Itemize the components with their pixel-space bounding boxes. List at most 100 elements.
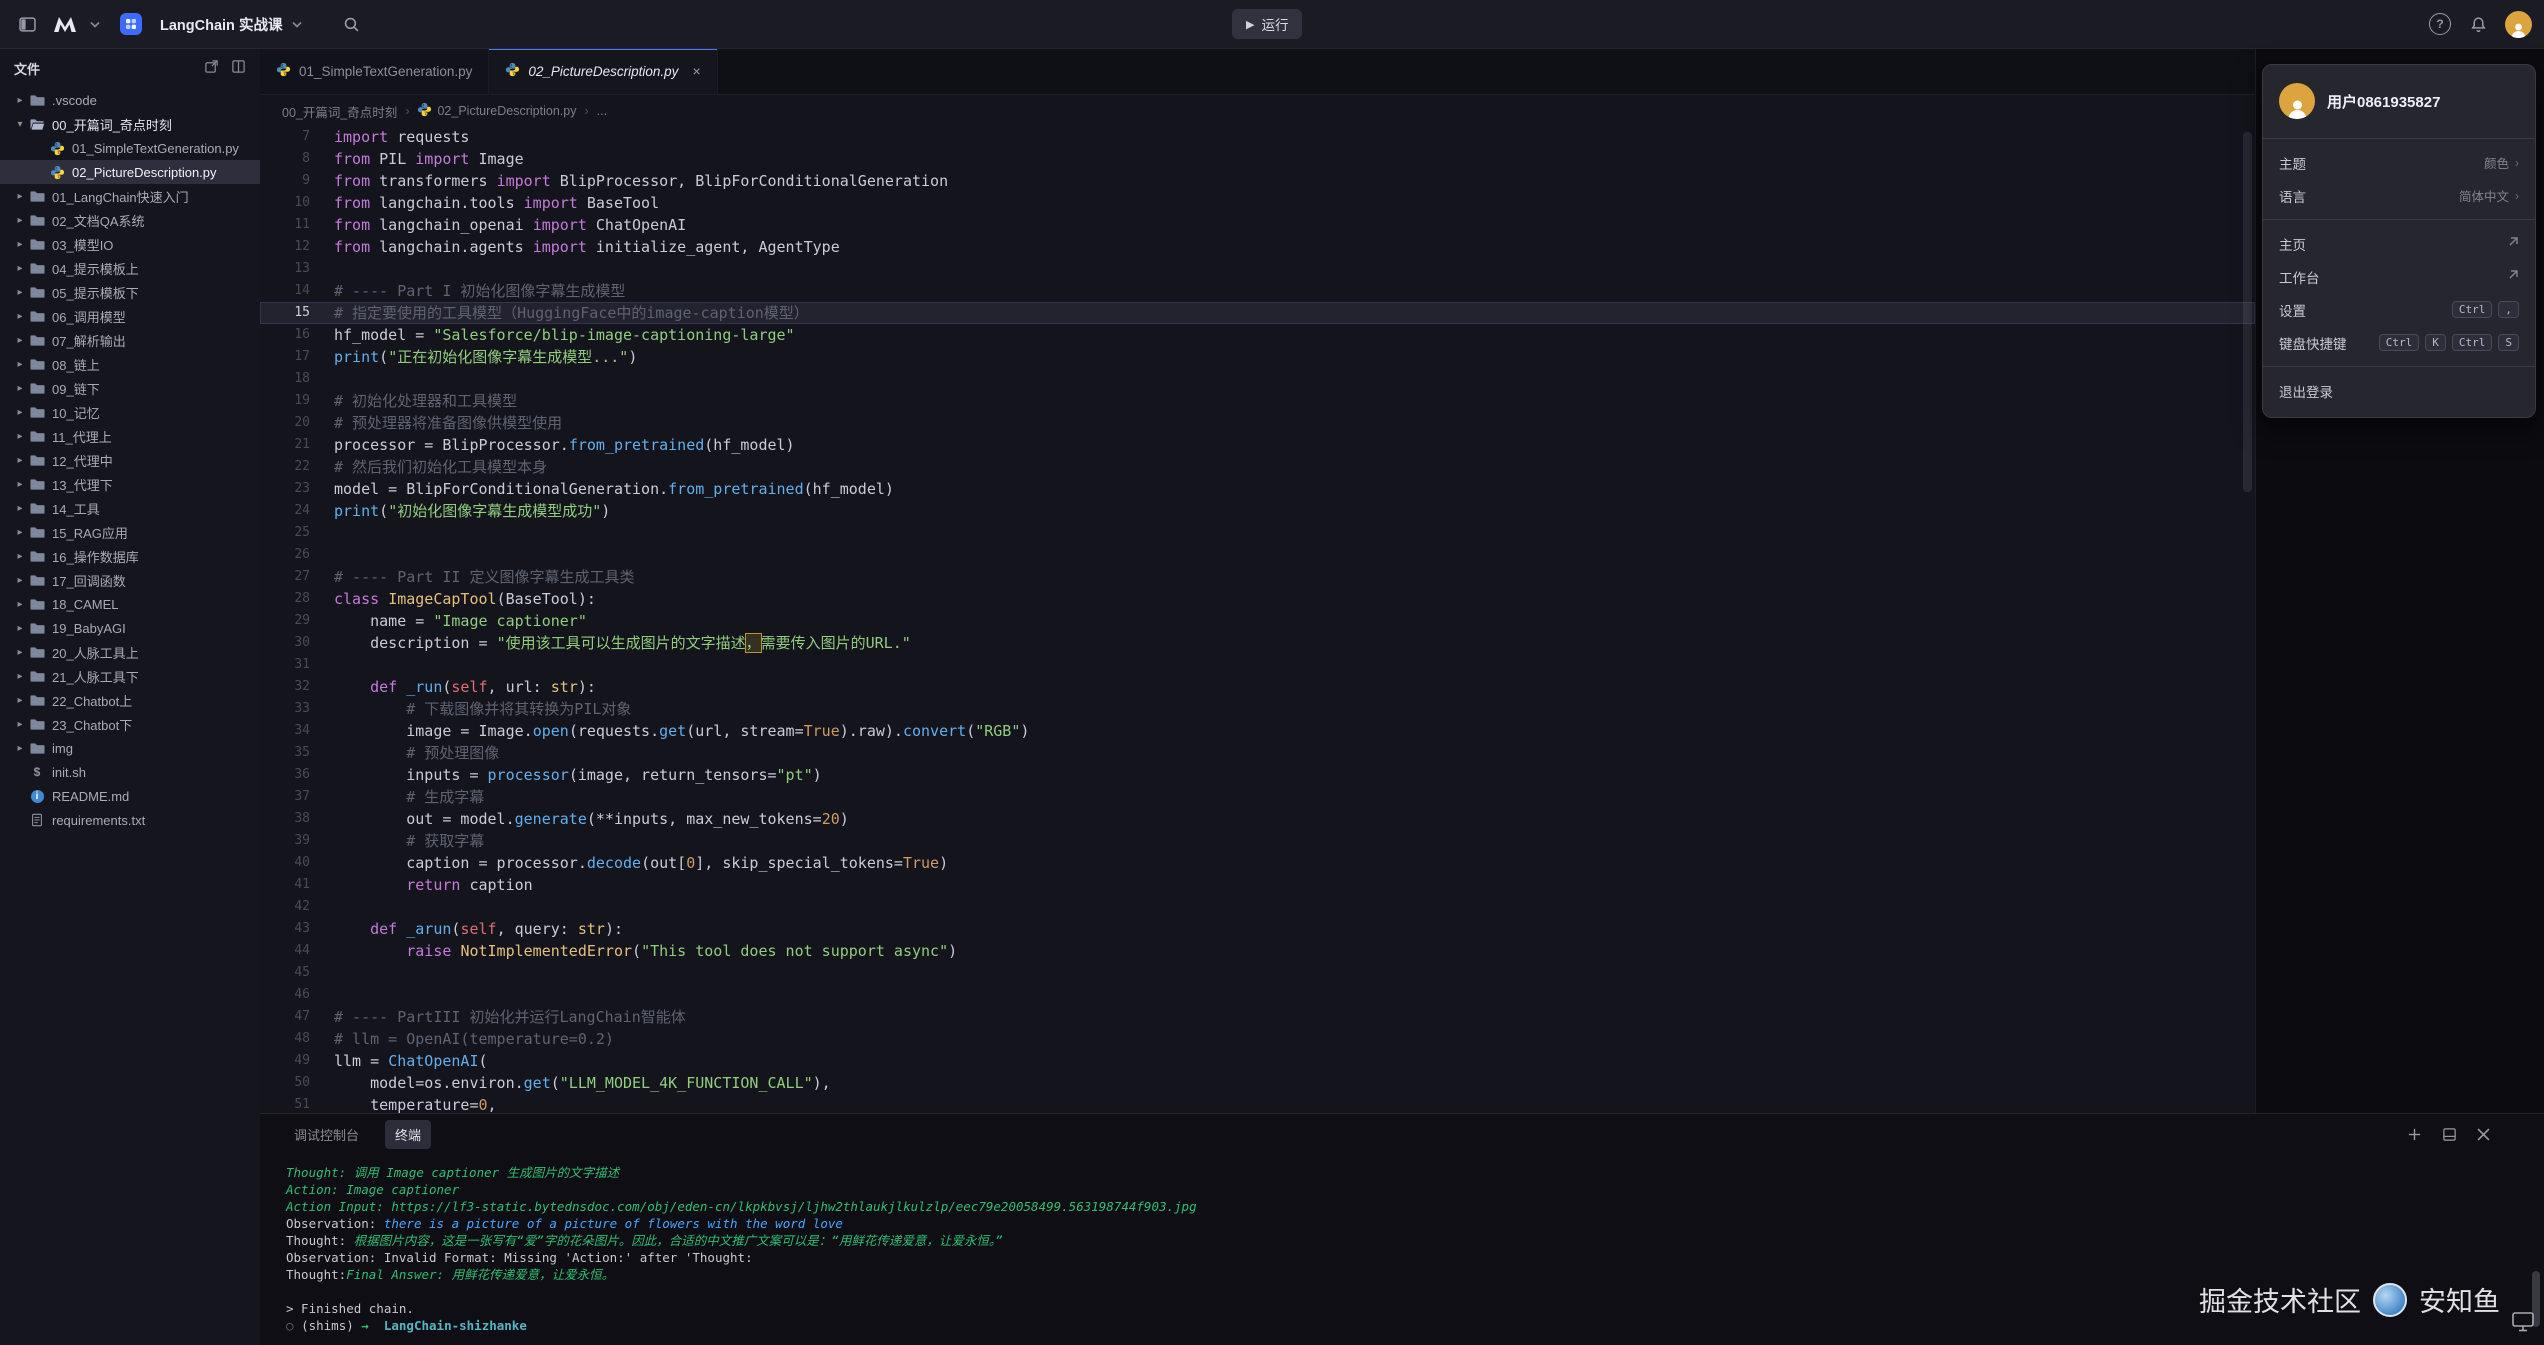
- code-line-16[interactable]: 16hf_model = "Salesforce/blip-image-capt…: [260, 324, 2255, 346]
- chevron-icon[interactable]: ▸: [12, 359, 28, 370]
- code-line-20[interactable]: 20# 预处理器将准备图像供模型使用: [260, 412, 2255, 434]
- code-line-46[interactable]: 46: [260, 984, 2255, 1006]
- chevron-icon[interactable]: ▸: [12, 623, 28, 634]
- tree-item-08_链上[interactable]: ▸08_链上: [0, 352, 260, 376]
- terminal-output[interactable]: Thought: 调用 Image captioner 生成图片的文字描述Act…: [286, 1164, 2524, 1334]
- chevron-icon[interactable]: ▸: [12, 527, 28, 538]
- menu-item-退出登录[interactable]: 退出登录: [2263, 374, 2535, 407]
- code-line-24[interactable]: 24print("初始化图像字幕生成模型成功"): [260, 500, 2255, 522]
- editor-tab-02_PictureDescription.py[interactable]: 02_PictureDescription.py×: [489, 48, 717, 94]
- chevron-icon[interactable]: ▸: [12, 647, 28, 658]
- code-line-43[interactable]: 43 def _arun(self, query: str):: [260, 918, 2255, 940]
- bell-icon[interactable]: [2465, 11, 2491, 37]
- editor-scrollbar[interactable]: [2243, 132, 2252, 492]
- code-line-8[interactable]: 8from PIL import Image: [260, 148, 2255, 170]
- tree-item-README.md[interactable]: iREADME.md: [0, 784, 260, 808]
- tree-item-18_CAMEL[interactable]: ▸18_CAMEL: [0, 592, 260, 616]
- code-line-32[interactable]: 32 def _run(self, url: str):: [260, 676, 2255, 698]
- chevron-icon[interactable]: ▸: [12, 239, 28, 250]
- tree-item-init.sh[interactable]: $init.sh: [0, 760, 260, 784]
- tree-item-06_调用模型[interactable]: ▸06_调用模型: [0, 304, 260, 328]
- tree-item-02_文档QA系统[interactable]: ▸02_文档QA系统: [0, 208, 260, 232]
- breadcrumb[interactable]: 00_开篇词_奇点时刻›02_PictureDescription.py›...: [260, 95, 2255, 127]
- code-line-47[interactable]: 47# ---- PartIII 初始化并运行LangChain智能体: [260, 1006, 2255, 1028]
- code-line-40[interactable]: 40 caption = processor.decode(out[0], sk…: [260, 852, 2255, 874]
- code-line-14[interactable]: 14# ---- Part I 初始化图像字幕生成模型: [260, 280, 2255, 302]
- code-line-49[interactable]: 49llm = ChatOpenAI(: [260, 1050, 2255, 1072]
- chevron-icon[interactable]: ▸: [12, 215, 28, 226]
- tree-item-20_人脉工具上[interactable]: ▸20_人脉工具上: [0, 640, 260, 664]
- code-line-15[interactable]: 15# 指定要使用的工具模型（HuggingFace中的image-captio…: [260, 302, 2255, 324]
- tree-item-00_开篇词_奇点时刻[interactable]: ▾00_开篇词_奇点时刻: [0, 112, 260, 136]
- tree-item-22_Chatbot上[interactable]: ▸22_Chatbot上: [0, 688, 260, 712]
- breadcrumb-segment[interactable]: ...: [597, 104, 607, 118]
- code-line-29[interactable]: 29 name = "Image captioner": [260, 610, 2255, 632]
- chevron-icon[interactable]: ▸: [12, 455, 28, 466]
- menu-item-设置[interactable]: 设置Ctrl,: [2263, 293, 2535, 326]
- code-line-22[interactable]: 22# 然后我们初始化工具模型本身: [260, 456, 2255, 478]
- chevron-icon[interactable]: ▸: [12, 503, 28, 514]
- breadcrumb-segment[interactable]: 02_PictureDescription.py: [417, 102, 576, 120]
- menu-item-工作台[interactable]: 工作台: [2263, 260, 2535, 293]
- chevron-icon[interactable]: ▸: [12, 431, 28, 442]
- code-editor[interactable]: 7import requests8from PIL import Image9f…: [260, 126, 2255, 1113]
- code-line-39[interactable]: 39 # 获取字幕: [260, 830, 2255, 852]
- chevron-icon[interactable]: ▸: [12, 743, 28, 754]
- code-line-33[interactable]: 33 # 下载图像并将其转换为PIL对象: [260, 698, 2255, 720]
- code-line-28[interactable]: 28class ImageCapTool(BaseTool):: [260, 588, 2255, 610]
- chevron-icon[interactable]: ▸: [12, 575, 28, 586]
- tree-item-15_RAG应用[interactable]: ▸15_RAG应用: [0, 520, 260, 544]
- code-line-26[interactable]: 26: [260, 544, 2255, 566]
- sidebar-toggle-icon[interactable]: [14, 11, 40, 37]
- chevron-down-icon[interactable]: [292, 21, 302, 28]
- monitor-icon[interactable]: [2510, 1310, 2536, 1339]
- code-line-30[interactable]: 30 description = "使用该工具可以生成图片的文字描述，需要传入图…: [260, 632, 2255, 654]
- chevron-icon[interactable]: ▸: [12, 719, 28, 730]
- close-panel-icon[interactable]: [2477, 1128, 2490, 1141]
- ide-logo[interactable]: [50, 11, 80, 37]
- chevron-icon[interactable]: ▸: [12, 287, 28, 298]
- tree-item-13_代理下[interactable]: ▸13_代理下: [0, 472, 260, 496]
- chevron-icon[interactable]: ▸: [12, 479, 28, 490]
- code-line-34[interactable]: 34 image = Image.open(requests.get(url, …: [260, 720, 2255, 742]
- tree-item-requirements.txt[interactable]: requirements.txt: [0, 808, 260, 832]
- code-line-35[interactable]: 35 # 预处理图像: [260, 742, 2255, 764]
- breadcrumb-segment[interactable]: 00_开篇词_奇点时刻: [282, 102, 397, 121]
- chevron-icon[interactable]: ▸: [12, 407, 28, 418]
- code-line-12[interactable]: 12from langchain.agents import initializ…: [260, 236, 2255, 258]
- chevron-icon[interactable]: ▸: [12, 383, 28, 394]
- tree-item-21_人脉工具下[interactable]: ▸21_人脉工具下: [0, 664, 260, 688]
- code-line-41[interactable]: 41 return caption: [260, 874, 2255, 896]
- code-line-45[interactable]: 45: [260, 962, 2255, 984]
- tree-item-.vscode[interactable]: ▸.vscode: [0, 88, 260, 112]
- code-line-21[interactable]: 21processor = BlipProcessor.from_pretrai…: [260, 434, 2255, 456]
- tree-item-16_操作数据库[interactable]: ▸16_操作数据库: [0, 544, 260, 568]
- tree-item-09_链下[interactable]: ▸09_链下: [0, 376, 260, 400]
- code-line-48[interactable]: 48# llm = OpenAI(temperature=0.2): [260, 1028, 2255, 1050]
- code-line-44[interactable]: 44 raise NotImplementedError("This tool …: [260, 940, 2255, 962]
- code-line-27[interactable]: 27# ---- Part II 定义图像字幕生成工具类: [260, 566, 2255, 588]
- tree-item-02_PictureDescription.py[interactable]: 02_PictureDescription.py: [0, 160, 260, 184]
- code-line-13[interactable]: 13: [260, 258, 2255, 280]
- user-avatar[interactable]: [2505, 11, 2532, 38]
- code-line-51[interactable]: 51 temperature=0,: [260, 1094, 2255, 1113]
- tree-item-img[interactable]: ▸img: [0, 736, 260, 760]
- tree-item-03_模型IO[interactable]: ▸03_模型IO: [0, 232, 260, 256]
- tree-item-07_解析输出[interactable]: ▸07_解析输出: [0, 328, 260, 352]
- new-terminal-icon[interactable]: [2407, 1127, 2422, 1142]
- tab-debug-console[interactable]: 调试控制台: [284, 1120, 369, 1149]
- code-line-23[interactable]: 23model = BlipForConditionalGeneration.f…: [260, 478, 2255, 500]
- tree-item-23_Chatbot下[interactable]: ▸23_Chatbot下: [0, 712, 260, 736]
- chevron-icon[interactable]: ▸: [12, 671, 28, 682]
- code-line-19[interactable]: 19# 初始化处理器和工具模型: [260, 390, 2255, 412]
- menu-item-语言[interactable]: 语言简体中文›: [2263, 179, 2535, 212]
- tree-item-12_代理中[interactable]: ▸12_代理中: [0, 448, 260, 472]
- tree-item-17_回调函数[interactable]: ▸17_回调函数: [0, 568, 260, 592]
- chevron-icon[interactable]: ▾: [12, 119, 28, 130]
- editor-tab-01_SimpleTextGeneration.py[interactable]: 01_SimpleTextGeneration.py: [260, 48, 489, 94]
- menu-item-键盘快捷键[interactable]: 键盘快捷键CtrlKCtrlS: [2263, 326, 2535, 359]
- code-line-42[interactable]: 42: [260, 896, 2255, 918]
- help-icon[interactable]: ?: [2429, 13, 2451, 35]
- tree-item-19_BabyAGI[interactable]: ▸19_BabyAGI: [0, 616, 260, 640]
- chevron-icon[interactable]: ▸: [12, 599, 28, 610]
